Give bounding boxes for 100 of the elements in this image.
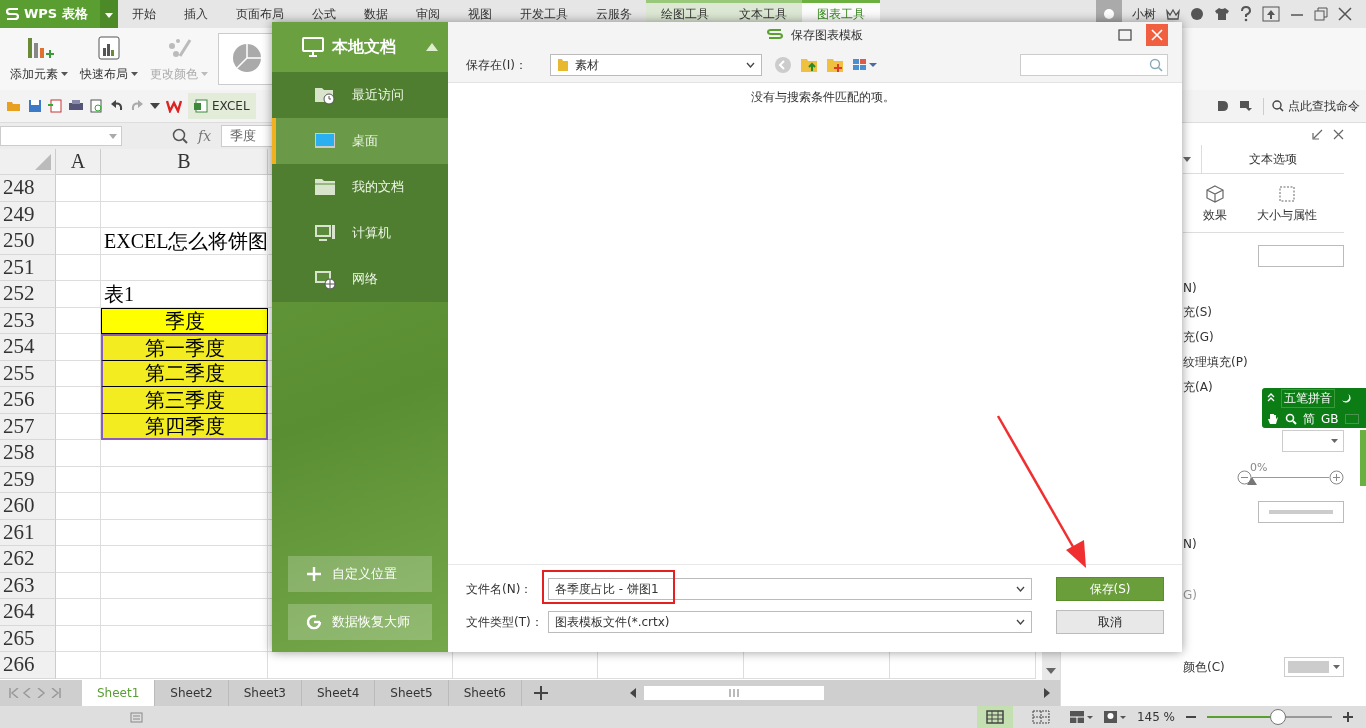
zoom-in-icon[interactable] bbox=[1342, 711, 1354, 723]
document-tab[interactable]: EXCEL bbox=[188, 93, 256, 119]
row-header[interactable]: 262 bbox=[0, 546, 56, 573]
scroll-down-icon[interactable] bbox=[1046, 668, 1056, 674]
close-icon[interactable] bbox=[1333, 128, 1344, 140]
column-header[interactable]: B bbox=[101, 149, 268, 175]
dock-icon[interactable] bbox=[1312, 128, 1323, 140]
place-item[interactable]: 网络 bbox=[272, 256, 448, 302]
ime-mode[interactable]: 简 bbox=[1303, 410, 1315, 428]
undo-icon[interactable] bbox=[110, 99, 124, 113]
save-icon[interactable] bbox=[28, 99, 42, 113]
row-header[interactable]: 258 bbox=[0, 440, 56, 467]
crown-icon[interactable] bbox=[1166, 8, 1180, 20]
ribbon-button[interactable]: 添加元素 bbox=[8, 33, 70, 85]
location-dropdown[interactable]: 素材 bbox=[550, 54, 762, 76]
color-dropdown[interactable] bbox=[1284, 657, 1344, 677]
search-field[interactable] bbox=[1020, 54, 1168, 76]
zoom-slider-thumb[interactable] bbox=[1270, 709, 1287, 725]
fill-option[interactable]: N) bbox=[1183, 531, 1197, 556]
row-header[interactable]: 264 bbox=[0, 599, 56, 626]
scroll-left-icon[interactable] bbox=[630, 688, 636, 698]
input-method-name[interactable]: 五笔拼音 bbox=[1281, 388, 1335, 408]
table-cell bbox=[56, 572, 101, 599]
ime-toolbar[interactable]: 五笔拼音 简 GB bbox=[1262, 388, 1366, 428]
dropdown-caret-icon[interactable] bbox=[150, 103, 160, 109]
place-item[interactable]: 我的文档 bbox=[272, 164, 448, 210]
close-icon[interactable] bbox=[1338, 7, 1352, 21]
row-header[interactable]: 252 bbox=[0, 281, 56, 308]
place-item[interactable]: 最近访问 bbox=[272, 72, 448, 118]
export-pdf-icon[interactable] bbox=[48, 99, 62, 113]
ime-charset[interactable]: GB bbox=[1321, 412, 1339, 426]
horizontal-scrollbar-thumb[interactable] bbox=[644, 686, 824, 700]
close-button[interactable] bbox=[1146, 24, 1168, 46]
row-header[interactable]: 248 bbox=[0, 175, 56, 202]
category-button[interactable]: 效果 bbox=[1203, 184, 1227, 224]
zoom-icon[interactable] bbox=[172, 128, 188, 144]
command-search[interactable]: 点此查找命令 bbox=[1263, 97, 1360, 115]
scroll-right-icon[interactable] bbox=[1044, 688, 1050, 698]
freeze-icon[interactable] bbox=[1068, 710, 1093, 724]
minus-icon[interactable] bbox=[1237, 470, 1252, 485]
row-header[interactable]: 265 bbox=[0, 625, 56, 652]
fill-option[interactable]: 纹理填充(P) bbox=[1183, 350, 1248, 375]
ribbon-button[interactable]: 快速布局 bbox=[78, 33, 140, 85]
row-header[interactable]: 263 bbox=[0, 572, 56, 599]
caret-icon[interactable] bbox=[105, 13, 113, 18]
w-logo-icon[interactable] bbox=[166, 99, 182, 113]
hand-icon[interactable] bbox=[1267, 413, 1279, 425]
new-folder-icon[interactable] bbox=[826, 57, 844, 73]
maximize-icon[interactable] bbox=[1118, 29, 1132, 41]
row-header[interactable]: 266 bbox=[0, 652, 56, 679]
place-item[interactable]: 计算机 bbox=[272, 210, 448, 256]
row-header[interactable]: 255 bbox=[0, 360, 56, 387]
print-preview-icon[interactable] bbox=[90, 99, 104, 113]
d-shape-icon[interactable] bbox=[1217, 100, 1229, 112]
eye-protection-icon[interactable] bbox=[1102, 710, 1127, 724]
flag-icon[interactable] bbox=[1239, 100, 1253, 112]
slider-thumb[interactable] bbox=[1247, 477, 1257, 485]
input-field[interactable] bbox=[1258, 245, 1344, 267]
moon-icon[interactable] bbox=[1341, 393, 1351, 403]
help-icon[interactable] bbox=[1240, 6, 1252, 22]
fill-option[interactable]: 充(A) bbox=[1183, 375, 1213, 400]
row-header[interactable]: 251 bbox=[0, 254, 56, 281]
row-header[interactable]: 256 bbox=[0, 387, 56, 414]
column-header[interactable]: A bbox=[56, 149, 101, 175]
panel-tab[interactable]: 文本选项 bbox=[1201, 145, 1344, 173]
folder-up-icon[interactable] bbox=[800, 57, 818, 73]
row-header[interactable]: 250 bbox=[0, 228, 56, 255]
insert-function-button[interactable]: fx bbox=[198, 128, 212, 144]
user-name[interactable]: 小树 bbox=[1132, 5, 1156, 23]
file-type-dropdown[interactable]: 图表模板文件(*.crtx) bbox=[548, 611, 1032, 633]
cancel-button[interactable]: 取消 bbox=[1056, 610, 1164, 634]
row-header[interactable]: 253 bbox=[0, 307, 56, 334]
print-icon[interactable] bbox=[68, 99, 84, 113]
ribbon-tab[interactable]: 插入 bbox=[170, 0, 222, 28]
shirt-icon[interactable] bbox=[1214, 7, 1230, 21]
ribbon-tab[interactable]: 开始 bbox=[118, 0, 170, 28]
upload-icon[interactable] bbox=[1262, 6, 1280, 22]
fill-option[interactable]: N) bbox=[1183, 275, 1197, 300]
row-header[interactable]: 260 bbox=[0, 493, 56, 520]
search-icon[interactable] bbox=[1285, 413, 1297, 425]
fill-option[interactable]: 充(S) bbox=[1183, 300, 1212, 325]
row-header[interactable]: 259 bbox=[0, 466, 56, 493]
panel-handle[interactable] bbox=[1360, 430, 1366, 486]
collapse-icon[interactable] bbox=[1267, 393, 1275, 403]
row-header[interactable]: 254 bbox=[0, 334, 56, 361]
row-header[interactable]: 261 bbox=[0, 519, 56, 546]
view-menu-icon[interactable] bbox=[852, 58, 878, 72]
caret-icon[interactable] bbox=[1183, 156, 1191, 162]
normal-view-icon[interactable] bbox=[976, 706, 1013, 728]
add-sheet-icon[interactable] bbox=[533, 686, 548, 700]
row-header[interactable]: 249 bbox=[0, 201, 56, 228]
restore-icon[interactable] bbox=[1314, 7, 1328, 21]
line-style-field[interactable] bbox=[1258, 501, 1344, 523]
category-button[interactable]: 大小与属性 bbox=[1257, 184, 1317, 224]
row-header[interactable]: 257 bbox=[0, 413, 56, 440]
plus-icon[interactable] bbox=[1329, 470, 1344, 485]
file-name-field[interactable]: 各季度占比 - 饼图1 bbox=[548, 578, 1032, 600]
caret-icon bbox=[131, 72, 138, 76]
fill-option[interactable]: 充(G) bbox=[1183, 325, 1214, 350]
dropdown-field[interactable] bbox=[1282, 430, 1344, 452]
